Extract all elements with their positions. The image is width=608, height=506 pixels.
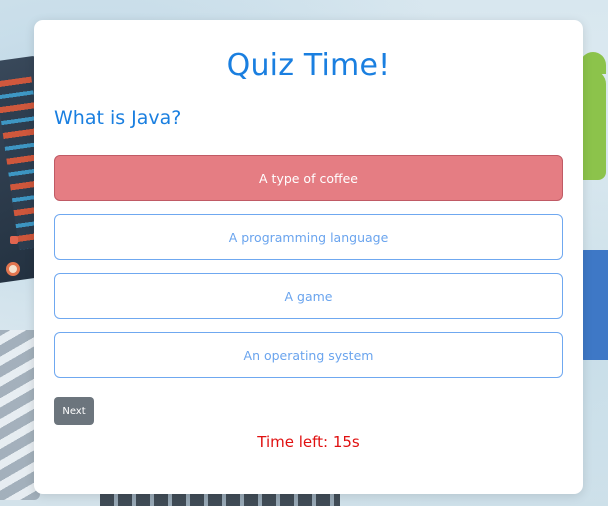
question-text: What is Java? [54,107,182,129]
answer-option-game[interactable]: A game [54,273,563,319]
quiz-title: Quiz Time! [226,48,391,83]
background-toy [10,236,18,244]
answer-option-operating-system[interactable]: An operating system [54,332,563,378]
answer-options: A type of coffee A programming language … [54,155,563,391]
next-button[interactable]: Next [54,397,94,425]
background-keys [100,492,340,506]
quiz-card: Quiz Time! What is Java? A type of coffe… [34,20,583,494]
time-left-text: Time left: 15s [257,433,360,451]
answer-option-coffee[interactable]: A type of coffee [54,155,563,201]
answer-option-programming-language[interactable]: A programming language [54,214,563,260]
background-toy-ring [6,262,20,276]
